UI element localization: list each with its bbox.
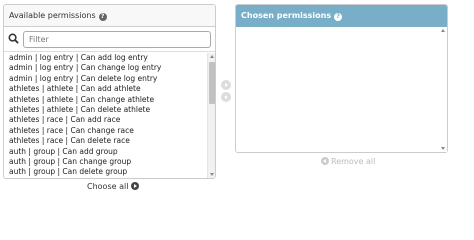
- remove-arrow-icon[interactable]: [221, 92, 231, 102]
- chosen-permissions-header: Chosen permissions?: [236, 5, 447, 27]
- add-arrow-icon[interactable]: [221, 80, 231, 90]
- available-permissions-list[interactable]: admin | log entry | Can add log entry adm…: [4, 53, 215, 178]
- permission-option[interactable]: athletes | athlete | Can change athlete: [4, 95, 215, 105]
- permission-option[interactable]: auth | group | Can change group: [4, 157, 215, 167]
- chosen-permissions-panel: Chosen permissions?: [235, 4, 448, 153]
- scroll-down-arrow-icon[interactable]: [440, 147, 445, 150]
- scroll-up-arrow-icon[interactable]: [209, 55, 214, 58]
- filter-input[interactable]: [23, 31, 211, 48]
- filter-row: [4, 27, 215, 52]
- scroll-down-arrow-icon[interactable]: [209, 173, 214, 176]
- choose-all-label: Choose all: [87, 182, 129, 191]
- available-permissions-header: Available permissions?: [4, 5, 215, 27]
- permission-option[interactable]: auth | group | Can add group: [4, 147, 215, 157]
- remove-all-label: Remove all: [331, 157, 376, 166]
- question-icon[interactable]: ?: [334, 13, 343, 21]
- permission-option[interactable]: admin | log entry | Can delete log entry: [4, 74, 215, 84]
- available-list-scrollbar[interactable]: [207, 53, 215, 178]
- permission-option[interactable]: athletes | athlete | Can delete athlete: [4, 105, 215, 115]
- permission-option[interactable]: athletes | race | Can add race: [4, 115, 215, 125]
- chosen-permissions-title: Chosen permissions: [241, 11, 332, 20]
- available-permissions-panel: Available permissions? admin | log entry…: [3, 4, 216, 179]
- choose-all-link[interactable]: Choose all: [87, 182, 140, 191]
- available-permissions-title: Available permissions: [9, 11, 96, 20]
- permission-option[interactable]: admin | log entry | Can change log entry: [4, 63, 215, 73]
- remove-all-icon: [321, 157, 329, 165]
- chosen-list-scrollbar[interactable]: [439, 27, 447, 152]
- chosen-permissions-list[interactable]: [236, 27, 447, 152]
- choose-all-icon: [131, 182, 140, 190]
- permission-option[interactable]: athletes | race | Can delete race: [4, 136, 215, 146]
- permission-option[interactable]: admin | log entry | Can add log entry: [4, 53, 215, 63]
- question-icon[interactable]: ?: [98, 13, 107, 21]
- permission-option[interactable]: athletes | race | Can change race: [4, 126, 215, 136]
- scroll-up-arrow-icon[interactable]: [440, 29, 445, 32]
- search-icon: [8, 33, 19, 44]
- scroll-thumb[interactable]: [209, 62, 215, 104]
- permission-option[interactable]: athletes | athlete | Can add athlete: [4, 84, 215, 94]
- permission-option[interactable]: auth | group | Can delete group: [4, 167, 215, 177]
- remove-all-link[interactable]: Remove all: [321, 157, 375, 166]
